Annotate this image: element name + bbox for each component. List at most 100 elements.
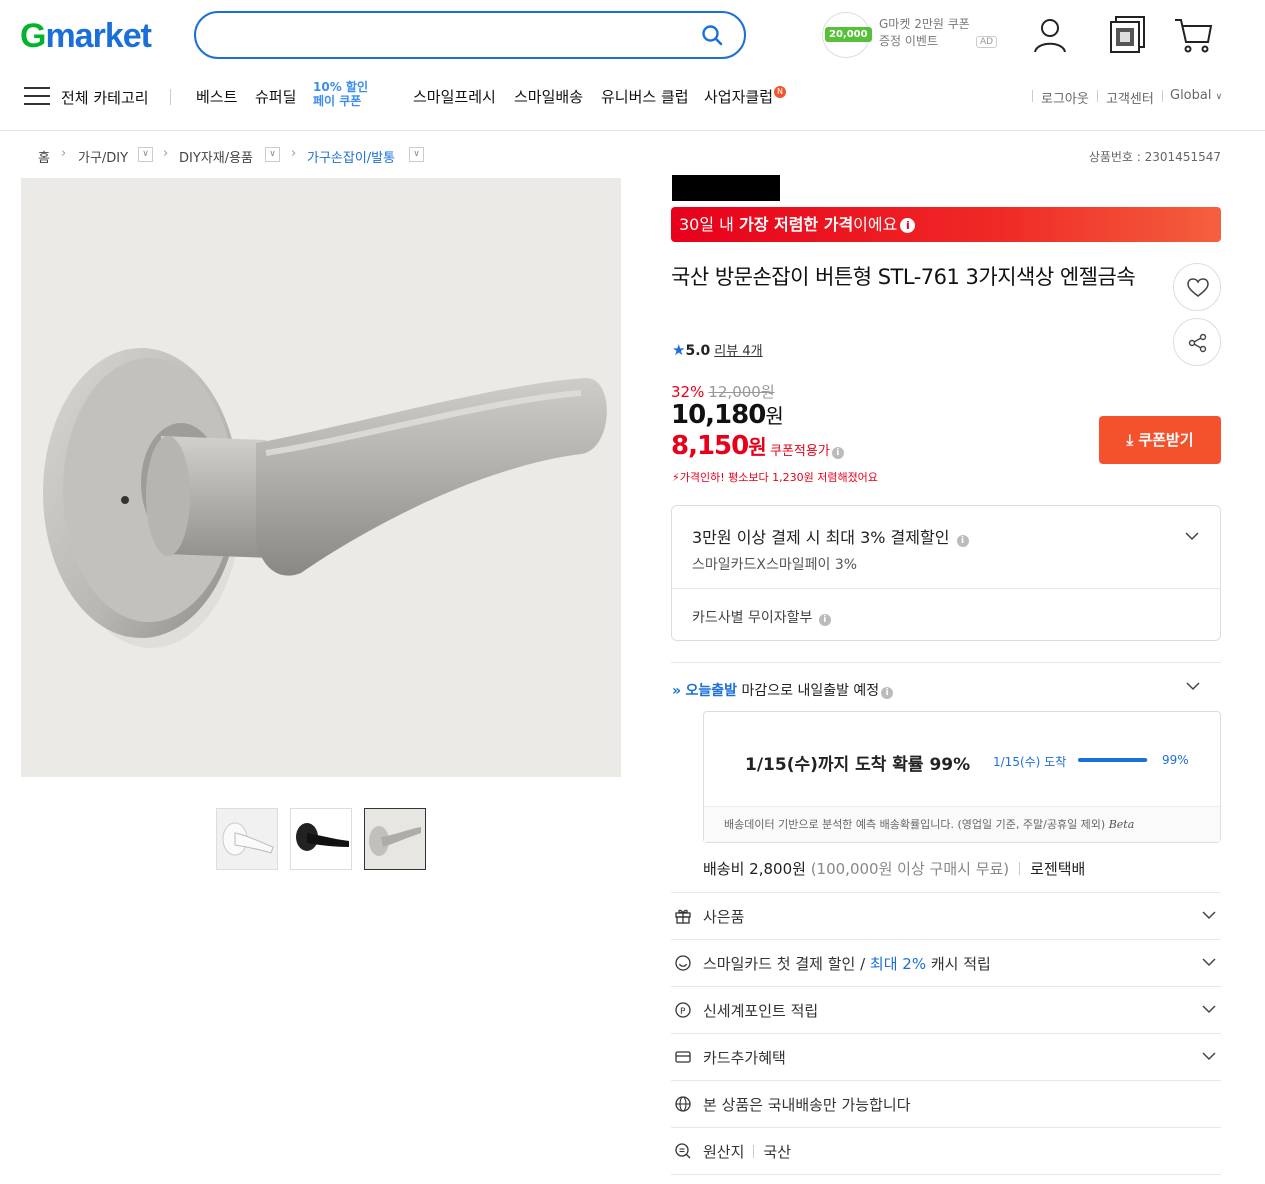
breadcrumb-furniture[interactable]: 가구/DIY [78, 147, 128, 166]
info-icon[interactable]: i [831, 447, 844, 459]
all-categories-link[interactable]: 전체 카테고리 [61, 87, 149, 108]
shipping-fee-row: 배송비 2,800원 (100,000원 이상 구매시 무료) 로젠택배 [703, 858, 1085, 879]
coupon-price: 8,150원 [671, 431, 767, 461]
delivery-date-label: 1/15(수) 도착 [993, 755, 1067, 769]
chevron-right-icon: › [291, 146, 297, 161]
product-main-image[interactable] [21, 178, 621, 777]
gift-icon [675, 909, 691, 924]
shipping-fee: 배송비 2,800원 [703, 860, 806, 878]
card-icon [675, 1051, 691, 1063]
info-icon[interactable]: i [818, 614, 831, 626]
nav-promo-line-2: 페이 쿠폰 [313, 94, 362, 108]
product-thumbnail-black[interactable] [290, 808, 352, 870]
chevron-down-icon[interactable] [1185, 678, 1201, 694]
cart-icon[interactable] [1173, 14, 1215, 56]
coupon-price-label-text: 쿠폰적용가 [770, 444, 830, 459]
product-rating[interactable]: ★5.0 리뷰 4개 [672, 340, 763, 359]
new-badge: N [774, 86, 787, 98]
delivery-probability-headline: 1/15(수)까지 도착 확률 99% [745, 755, 971, 775]
origin-value: 국산 [763, 1143, 792, 1161]
payment-headline-text: 3만원 이상 결제 시 최대 3% 결제할인 [692, 528, 950, 547]
svg-text:P: P [680, 1007, 686, 1017]
point-icon: P [675, 1002, 691, 1018]
share-button[interactable] [1173, 318, 1221, 366]
delivery-probability-fill [1078, 758, 1148, 762]
menu-icon[interactable] [24, 87, 50, 107]
get-coupon-button[interactable]: ⤓ 쿠폰받기 [1099, 416, 1221, 464]
global-dropdown[interactable]: Global ∨ [1170, 88, 1222, 103]
customer-center-link[interactable]: 고객센터 [1106, 88, 1154, 107]
product-thumbnail-white[interactable] [216, 808, 278, 870]
info-icon[interactable]: i [956, 535, 969, 547]
coupon-price-label: 쿠폰적용가 i [770, 440, 844, 459]
globe-icon [675, 1096, 691, 1112]
review-count-link[interactable]: 리뷰 4개 [714, 344, 762, 359]
breadcrumb-dropdown[interactable]: ∨ [265, 147, 280, 162]
benefit-gift-row[interactable]: 사은품 [671, 893, 1221, 939]
nav-smile-fresh[interactable]: 스마일프레시 [413, 86, 496, 107]
breadcrumb-diy[interactable]: DIY자재/용품 [179, 147, 253, 166]
ssg-point-label: 신세계포인트 적립 [703, 1002, 819, 1020]
origin-label: 원산지 [703, 1143, 745, 1161]
chevron-right-icon: › [163, 146, 169, 161]
chevron-down-icon [1202, 958, 1216, 967]
product-title: 국산 방문손잡이 버튼형 STL-761 3가지색상 엔젤금속 [671, 265, 1136, 289]
nav-smile-delivery[interactable]: 스마일배송 [514, 86, 583, 107]
breadcrumb-dropdown[interactable]: ∨ [409, 147, 424, 162]
shipping-today-row[interactable]: » 오늘출발 마감으로 내일출발 예정 i [672, 680, 894, 700]
smilecard-pre: 스마일카드 첫 결제 할인 / [703, 955, 870, 973]
my-page-icon[interactable] [1029, 14, 1071, 56]
search-input[interactable] [218, 15, 698, 55]
black-handle-thumbnail [291, 809, 351, 869]
util-divider [1097, 90, 1098, 102]
search-icon[interactable] [700, 23, 724, 47]
fast-delivery-icon: » [672, 683, 682, 699]
nav-promo-banner[interactable]: 10% 할인 페이 쿠폰 [313, 80, 397, 108]
benefit-ssg-point-row[interactable]: P 신세계포인트 적립 [671, 987, 1221, 1033]
nav-business-club[interactable]: 사업자클럽 N [704, 86, 787, 107]
breadcrumb-home[interactable]: 홈 [38, 147, 50, 166]
payment-divider [672, 588, 1220, 589]
section-divider [671, 662, 1221, 663]
original-price: 12,000원 [708, 383, 775, 401]
recent-view-icon[interactable] [1107, 14, 1149, 56]
white-handle-thumbnail [217, 809, 277, 869]
share-icon [1188, 333, 1207, 353]
origin-divider [753, 1145, 755, 1158]
info-icon[interactable]: i [900, 218, 916, 233]
info-icon[interactable]: i [881, 687, 894, 699]
wishlist-button[interactable] [1173, 263, 1221, 311]
payment-discount-sub: 스마일카드X스마일페이 3% [692, 557, 858, 573]
discount-line: 32% 12,000원 [671, 381, 775, 402]
card-extra-label: 카드추가혜택 [703, 1049, 786, 1067]
benefit-card-extra-row[interactable]: 카드추가혜택 [671, 1034, 1221, 1080]
nav-universe-club[interactable]: 유니버스 클럽 [601, 86, 689, 107]
silver-handle-thumbnail [365, 809, 425, 869]
gmarket-logo[interactable]: Gmarket [20, 14, 152, 58]
search-bar[interactable] [194, 11, 746, 59]
domestic-only-text: 본 상품은 국내배송만 가능합니다 [703, 1096, 911, 1114]
sale-price: 10,180원 [671, 400, 784, 430]
payment-discount-box[interactable]: 3만원 이상 결제 시 최대 3% 결제할인 i 스마일카드X스마일페이 3% … [671, 505, 1221, 641]
breadcrumb-dropdown[interactable]: ∨ [138, 147, 153, 162]
nav-best[interactable]: 베스트 [196, 86, 237, 107]
benefit-smilecard-row[interactable]: 스마일카드 첫 결제 할인 / 최대 2% 캐시 적립 [671, 940, 1221, 986]
sale-price-number: 10,180 [671, 400, 766, 430]
logout-link[interactable]: 로그아웃 [1041, 88, 1089, 107]
origin-row: 원산지 국산 [671, 1128, 1221, 1174]
breadcrumb-current[interactable]: 가구손잡이/발통 [307, 147, 395, 166]
delivery-probability-percent: 99% [1162, 753, 1189, 767]
nav-superdeal[interactable]: 슈퍼딜 [255, 86, 296, 107]
beta-label: Beta [1108, 818, 1135, 831]
heart-icon [1187, 278, 1209, 297]
coupon-ad-banner[interactable]: 20,000 G마켓 2만원 쿠폰 증정 이벤트 AD [822, 12, 1002, 58]
chevron-down-icon [1202, 911, 1216, 920]
util-divider [1162, 90, 1163, 102]
lowest-price-pre: 30일 내 [679, 215, 739, 234]
star-icon: ★ [672, 341, 686, 359]
chevron-down-icon[interactable] [1184, 528, 1200, 544]
installment-info[interactable]: 카드사별 무이자할부 i [692, 607, 831, 627]
lowest-price-banner: 30일 내 가장 저렴한 가격이에요 i [671, 207, 1221, 242]
product-thumbnail-silver[interactable] [364, 808, 426, 870]
ad-badge: AD [976, 36, 998, 48]
